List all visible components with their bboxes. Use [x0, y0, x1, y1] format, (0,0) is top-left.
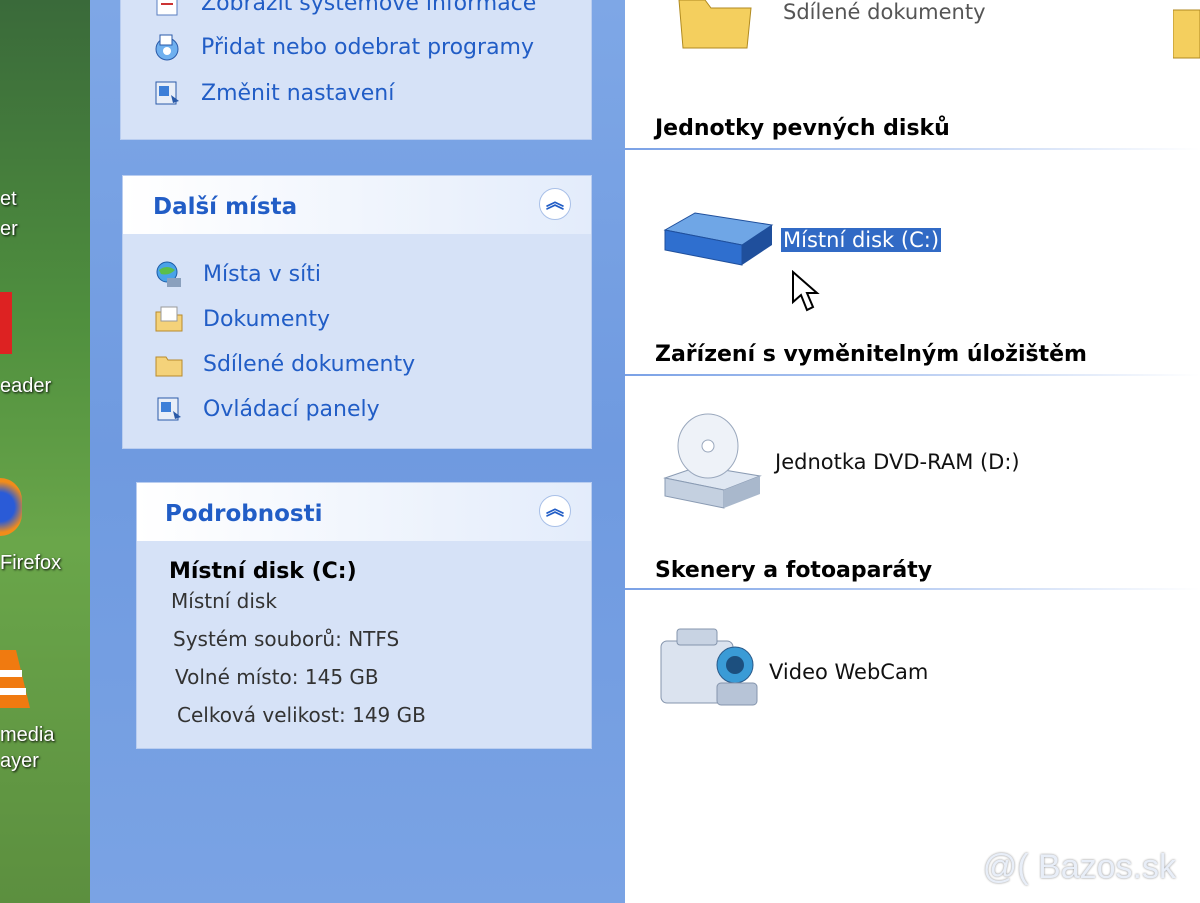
change-settings-link[interactable]: Změnit nastavení — [151, 75, 394, 111]
control-panel-icon — [155, 81, 179, 105]
adobe-reader-icon[interactable] — [0, 292, 12, 354]
folder-icon[interactable] — [675, 0, 755, 52]
collapse-button[interactable]: ︽ — [539, 495, 571, 527]
collapse-button[interactable]: ︽ — [539, 188, 571, 220]
folder-icon[interactable] — [1173, 0, 1200, 60]
control-panel-link[interactable]: Ovládací panely — [153, 391, 380, 427]
firefox-icon[interactable] — [0, 478, 22, 536]
hard-drive-icon[interactable] — [660, 205, 775, 270]
details-filesystem: Systém souborů: NTFS — [173, 627, 400, 651]
documents-icon — [155, 306, 183, 332]
watermark: @( Bazos.sk — [982, 848, 1176, 886]
group-divider — [625, 588, 1200, 590]
panel-title: Další místa — [153, 194, 298, 220]
group-title-removable: Zařízení s vyměnitelným úložištěm — [655, 342, 1087, 367]
details-type: Místní disk — [171, 589, 277, 613]
webcam-icon[interactable] — [657, 625, 762, 715]
documents-link[interactable]: Dokumenty — [153, 301, 330, 337]
group-title-hard-disks: Jednotky pevných disků — [655, 116, 950, 141]
chevron-up-double-icon: ︽ — [546, 499, 564, 520]
network-places-icon — [156, 261, 181, 287]
details-free-space: Volné místo: 145 GB — [175, 665, 379, 689]
local-disk-c-item[interactable]: Místní disk (C:) — [779, 227, 943, 253]
details-name: Místní disk (C:) — [169, 559, 357, 584]
group-divider — [625, 374, 1200, 376]
task-pane: Zobrazit systémové informace Přidat nebo… — [90, 0, 625, 903]
system-tasks-panel: Zobrazit systémové informace Přidat nebo… — [120, 0, 592, 140]
group-divider — [625, 148, 1200, 150]
details-total-size: Celková velikost: 149 GB — [177, 703, 426, 727]
add-remove-programs-link[interactable]: Přidat nebo odebrat programy — [151, 29, 534, 65]
system-info-link[interactable]: Zobrazit systémové informace — [151, 0, 536, 21]
folder-content: Sdílené dokumenty Jednotky pevných disků… — [625, 0, 1200, 903]
vlc-cone-icon[interactable] — [0, 650, 30, 712]
network-places-link[interactable]: Místa v síti — [153, 256, 321, 292]
control-panel-icon — [157, 397, 181, 421]
group-title-scanners: Skenery a fotoaparáty — [655, 558, 933, 583]
details-panel: Podrobnosti ︽ Místní disk (C:) Místní di… — [136, 482, 592, 749]
add-remove-programs-icon — [155, 34, 179, 61]
mouse-cursor-icon — [792, 270, 820, 312]
other-places-panel: Další místa ︽ Místa v síti Dokumenty Sdí… — [122, 175, 592, 449]
panel-header[interactable]: Další místa ︽ — [123, 176, 591, 234]
panel-header[interactable]: Podrobnosti ︽ — [137, 483, 591, 541]
dvd-drive-icon[interactable] — [660, 410, 765, 510]
shared-documents-link[interactable]: Sdílené dokumenty — [153, 346, 415, 382]
shared-folder-icon — [155, 356, 183, 377]
dvd-ram-d-item[interactable]: Jednotka DVD-RAM (D:) — [775, 450, 1020, 474]
panel-title: Podrobnosti — [165, 501, 323, 527]
video-webcam-item[interactable]: Video WebCam — [769, 660, 928, 684]
system-info-icon — [156, 0, 178, 16]
chevron-up-double-icon: ︽ — [546, 192, 564, 213]
shared-documents-item[interactable]: Sdílené dokumenty — [783, 0, 986, 24]
